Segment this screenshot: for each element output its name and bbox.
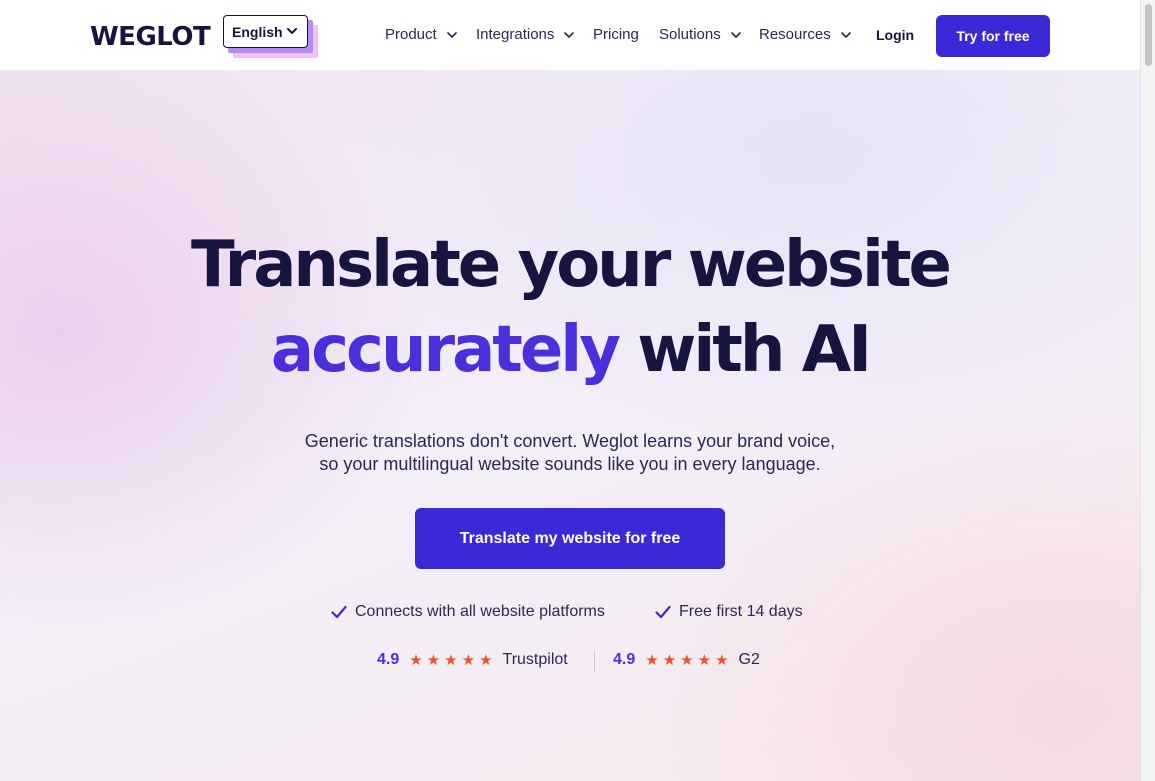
language-selector[interactable]: English	[223, 15, 319, 59]
try-for-free-button[interactable]: Try for free	[936, 15, 1050, 57]
hero-section	[0, 71, 1140, 781]
language-label: English	[232, 23, 283, 40]
feature-free-trial: Free first 14 days	[655, 603, 803, 621]
hero-headline-rest: with AI	[637, 313, 872, 387]
star-icon: ★	[444, 651, 458, 669]
nav-resources[interactable]: Resources	[759, 26, 852, 43]
rating-score: 4.9	[613, 651, 636, 668]
nav-product[interactable]: Product	[385, 26, 458, 43]
scrollbar-thumb[interactable]	[1145, 4, 1152, 66]
check-icon	[655, 605, 671, 619]
star-icon: ★	[662, 651, 677, 669]
nav-solutions-label: Solutions	[659, 26, 721, 43]
hero-headline-line1: Translate your website	[191, 228, 952, 302]
star-icon: ★	[461, 651, 476, 669]
chevron-down-icon	[287, 28, 297, 34]
nav-integrations-label: Integrations	[476, 26, 555, 43]
page-scrollbar[interactable]	[1140, 0, 1155, 781]
language-dropdown-button[interactable]: English	[223, 15, 308, 48]
chevron-down-icon	[446, 31, 457, 38]
login-link[interactable]: Login	[876, 27, 914, 43]
nav-solutions[interactable]: Solutions	[659, 26, 742, 43]
star-icon: ★	[409, 651, 423, 669]
nav-product-label: Product	[385, 26, 437, 43]
nav-pricing-label: Pricing	[593, 26, 639, 43]
star-icon: ★	[479, 651, 493, 669]
feature-platforms-text: Connects with all website platforms	[355, 603, 605, 620]
chevron-down-icon	[730, 31, 741, 38]
chevron-down-icon	[564, 31, 575, 38]
page: WEGLOT English Product Integrations Pric…	[0, 0, 1140, 781]
rating-source: Trustpilot	[502, 651, 568, 668]
translate-website-cta-button[interactable]: Translate my website for free	[415, 508, 725, 569]
rating-divider	[594, 651, 595, 671]
check-icon	[331, 605, 347, 619]
star-icon: ★	[680, 651, 694, 669]
feature-free-trial-text: Free first 14 days	[679, 603, 803, 620]
chevron-down-icon	[840, 31, 851, 38]
hero-headline-line2: accurately with AI	[0, 318, 1140, 382]
hero-subtitle-line2: so your multilingual website sounds like…	[319, 454, 821, 474]
star-icon: ★	[426, 651, 441, 669]
nav-resources-label: Resources	[759, 26, 831, 43]
nav-integrations[interactable]: Integrations	[476, 26, 575, 43]
hero-headline-accent: accurately	[270, 313, 621, 387]
rating-trustpilot[interactable]: 4.9 ★ ★ ★ ★ ★ Trustpilot	[377, 651, 568, 669]
nav-pricing[interactable]: Pricing	[593, 26, 639, 43]
star-icon: ★	[715, 651, 729, 669]
star-icon: ★	[645, 651, 659, 669]
star-icon: ★	[697, 651, 712, 669]
star-rating: ★ ★ ★ ★ ★	[409, 653, 492, 668]
star-rating: ★ ★ ★ ★ ★	[645, 653, 728, 668]
weglot-logo[interactable]: WEGLOT	[90, 22, 211, 52]
rating-source: G2	[738, 651, 760, 668]
feature-platforms: Connects with all website platforms	[331, 603, 605, 621]
rating-g2[interactable]: 4.9 ★ ★ ★ ★ ★ G2	[613, 651, 760, 669]
rating-score: 4.9	[377, 651, 400, 668]
hero-subtitle-line1: Generic translations don't convert. Wegl…	[304, 431, 836, 451]
site-header: WEGLOT English Product Integrations Pric…	[0, 0, 1140, 71]
